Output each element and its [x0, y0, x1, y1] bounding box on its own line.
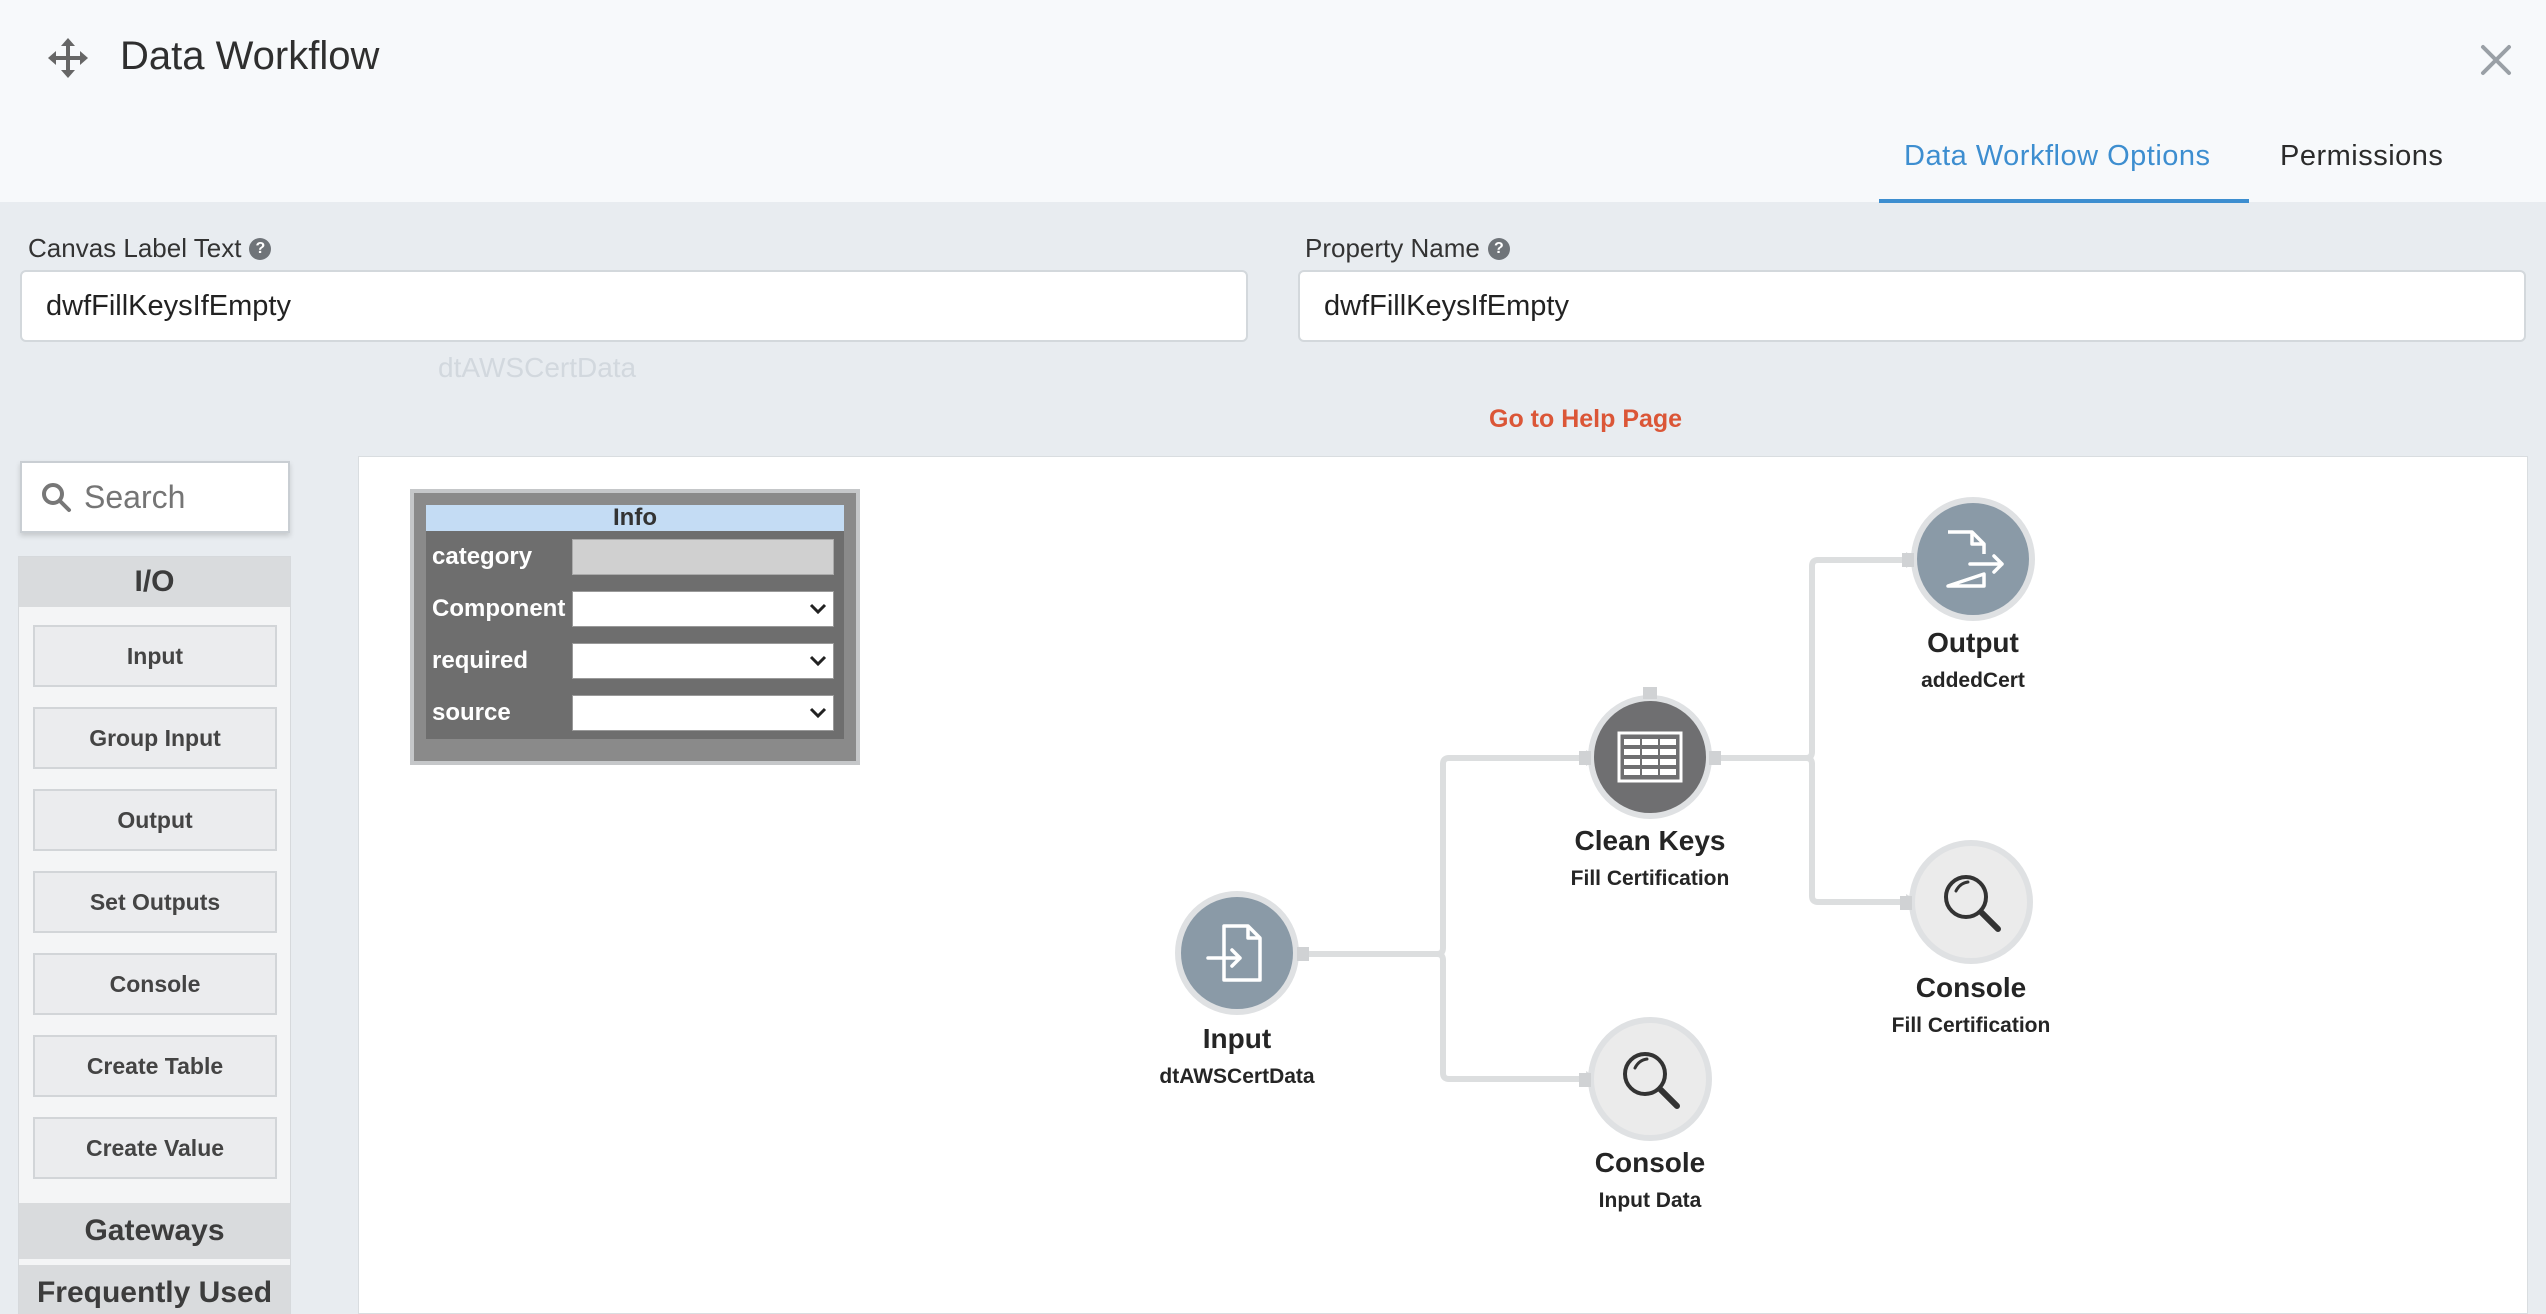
node-port[interactable]: [1709, 751, 1721, 765]
info-label-category: category: [432, 543, 533, 570]
node-input-circle[interactable]: [1175, 891, 1299, 1015]
app-root: dtAWSCertData Data Workflow Data Workflo…: [0, 0, 2546, 1314]
node-clean-keys[interactable]: Clean Keys Fill Certification: [1571, 687, 1729, 890]
node-output-sub: addedCert: [1921, 669, 2025, 692]
wire-clean-keys-to-output: [1714, 557, 1906, 761]
workflow-connections: [1302, 552, 1920, 1087]
file-import-icon: [1206, 924, 1262, 982]
wire-clean-keys-to-console-fill: [1805, 755, 1906, 905]
info-row-category: category: [426, 531, 844, 583]
node-port[interactable]: [1579, 751, 1591, 765]
node-clean-keys-label: Clean Keys: [1574, 825, 1726, 856]
node-console-input-circle[interactable]: [1588, 1017, 1712, 1141]
node-console-input-label: Console: [1594, 1147, 1706, 1178]
node-console-fill-certification[interactable]: Console Fill Certification: [1892, 840, 2050, 1037]
node-console-input-data[interactable]: Console Input Data: [1579, 1017, 1715, 1212]
node-port[interactable]: [1900, 896, 1912, 910]
file-export-icon: [1946, 530, 2004, 588]
node-output-circle[interactable]: [1911, 497, 2035, 621]
category-field: [572, 539, 834, 575]
info-label-component: Component: [432, 595, 566, 622]
component-select[interactable]: [572, 591, 834, 627]
node-console-input-sub: Input Data: [1598, 1189, 1702, 1212]
info-label-source: source: [432, 699, 511, 726]
source-select[interactable]: [572, 695, 834, 731]
node-clean-keys-sub: Fill Certification: [1570, 867, 1730, 890]
required-select[interactable]: [572, 643, 834, 679]
info-panel: Info category Component required source: [410, 489, 860, 765]
node-port[interactable]: [1579, 1073, 1591, 1087]
node-port[interactable]: [1643, 687, 1657, 699]
magnifier-icon: [1623, 1052, 1680, 1109]
wire-input-to-console-input: [1436, 951, 1586, 1082]
node-output-label: Output: [1927, 627, 2019, 658]
node-console-fill-sub: Fill Certification: [1891, 1014, 2051, 1037]
info-row-required: required: [426, 635, 844, 687]
chevron-down-icon: [809, 655, 827, 667]
info-row-component: Component: [426, 583, 844, 635]
node-console-fill-label: Console: [1915, 972, 2027, 1003]
info-label-required: required: [432, 647, 529, 674]
node-clean-keys-circle[interactable]: [1588, 695, 1712, 819]
table-icon: [1617, 731, 1683, 783]
node-port[interactable]: [1297, 947, 1309, 961]
node-port[interactable]: [1902, 553, 1914, 567]
info-panel-title: Info: [426, 505, 844, 531]
node-input-label: Input: [1202, 1023, 1272, 1054]
magnifier-icon: [1944, 875, 2001, 932]
info-row-source: source: [426, 687, 844, 739]
chevron-down-icon: [809, 707, 827, 719]
chevron-down-icon: [809, 603, 827, 615]
node-input-sub: dtAWSCertData: [1159, 1065, 1315, 1088]
node-input[interactable]: Input dtAWSCertData: [1159, 891, 1315, 1088]
node-output[interactable]: Output addedCert: [1902, 497, 2038, 692]
node-console-fill-circle[interactable]: [1909, 840, 2033, 964]
